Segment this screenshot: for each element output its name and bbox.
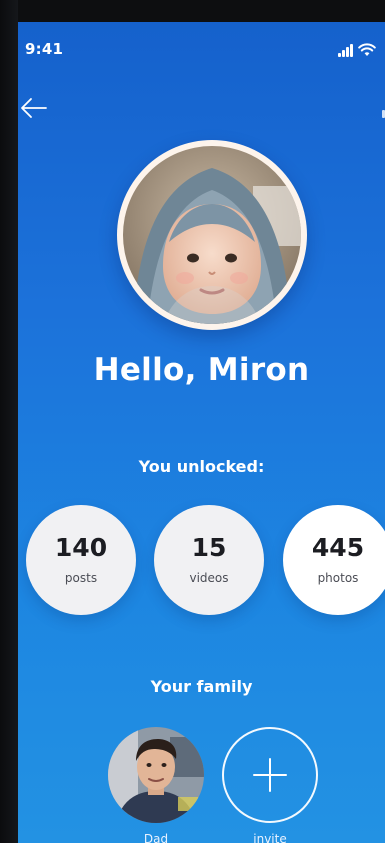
dad-avatar-photo (108, 727, 204, 823)
plus-icon (253, 758, 287, 792)
stat-photos[interactable]: 445 photos (283, 505, 385, 615)
stat-posts-label: posts (64, 571, 98, 585)
invite-circle (222, 727, 318, 823)
family-title: Your family (150, 677, 253, 696)
family-member-dad[interactable] (108, 727, 204, 823)
child-avatar-photo (123, 146, 301, 324)
stat-videos-label: videos (189, 571, 229, 585)
device-bezel-left (0, 0, 18, 843)
arrow-left-icon (21, 98, 47, 118)
greeting-title: Hello, Miron (93, 352, 310, 388)
stat-photos-value: 445 (311, 533, 365, 562)
signal-icon (338, 43, 356, 57)
back-button[interactable] (18, 94, 54, 122)
stat-posts[interactable]: 140 posts (26, 505, 136, 615)
profile-avatar (117, 140, 307, 330)
profile-screen: 9:41 Hello, Miron You unlocked: 140 post… (18, 22, 385, 843)
stat-posts-value: 140 (54, 533, 108, 562)
family-member-dad-name: Dad (143, 832, 169, 843)
device-bezel-top (0, 0, 385, 22)
stat-videos-value: 15 (191, 533, 227, 562)
status-time: 9:41 (25, 40, 64, 58)
unlocked-title: You unlocked: (138, 457, 265, 476)
stat-photos-label: photos (317, 571, 359, 585)
status-icons (338, 43, 383, 59)
status-bar: 9:41 (18, 22, 385, 72)
stat-videos[interactable]: 15 videos (154, 505, 264, 615)
invite-button[interactable] (222, 727, 318, 823)
wifi-icon (358, 43, 376, 56)
invite-label: invite (253, 832, 287, 843)
